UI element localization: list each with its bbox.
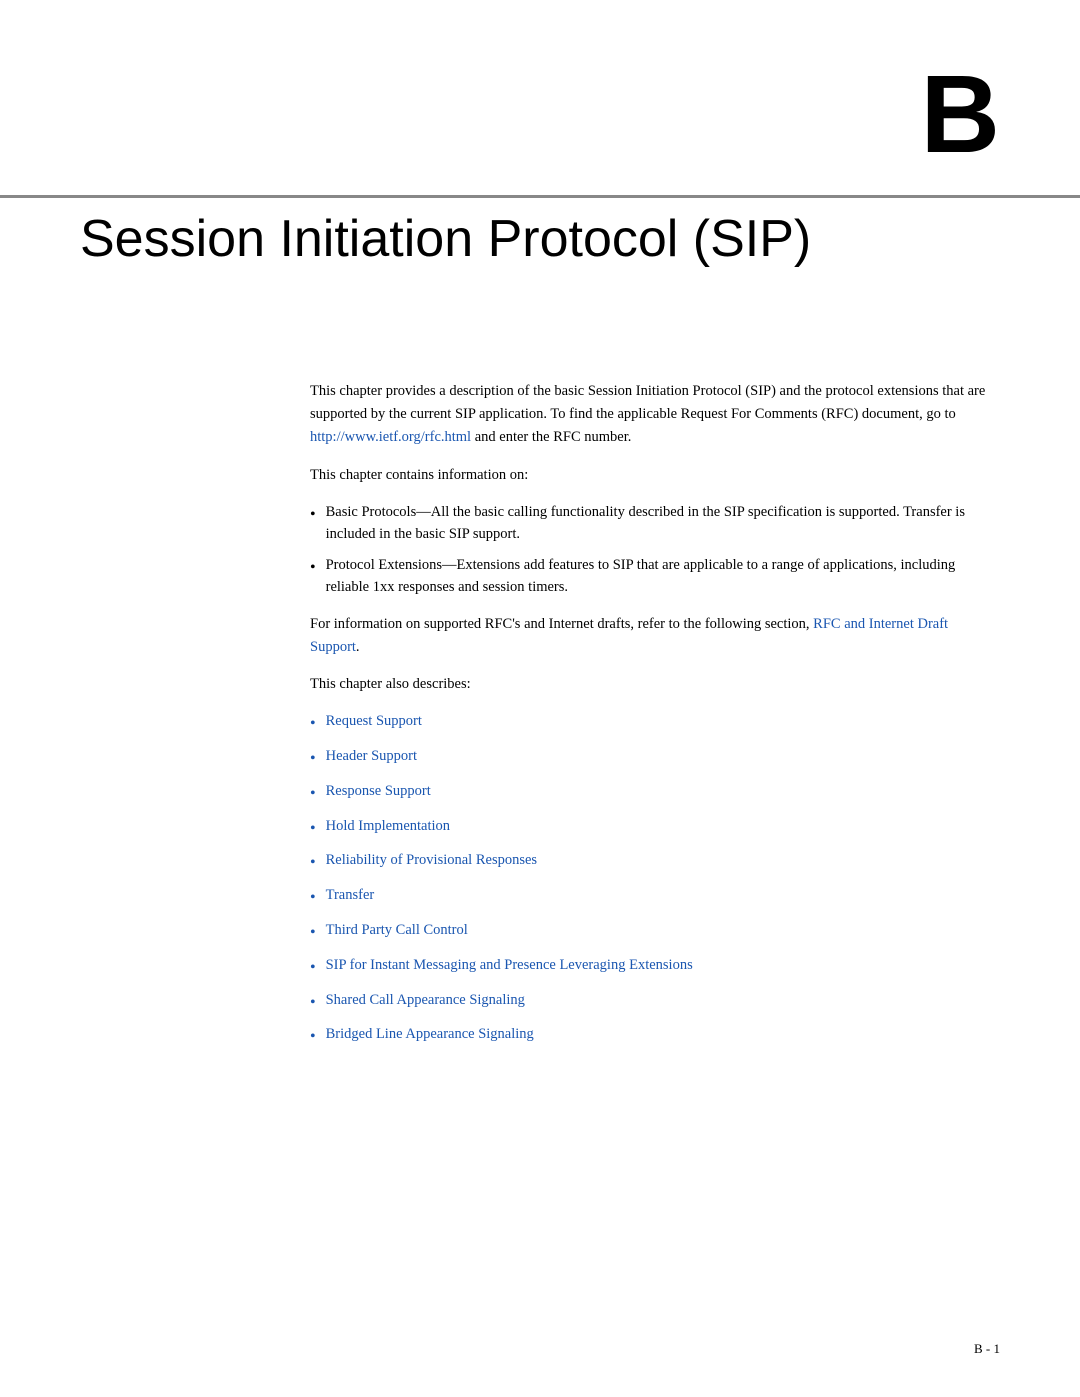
list-item-1: • Header Support xyxy=(310,745,1000,772)
bullet-text-1: Protocol Extensions—Extensions add featu… xyxy=(326,554,1000,599)
content-bullets: • Basic Protocols—All the basic calling … xyxy=(310,501,1000,599)
bullet-text-0: Basic Protocols—All the basic calling fu… xyxy=(326,501,1000,546)
link-dot-4: • xyxy=(310,851,316,876)
link-transfer[interactable]: Transfer xyxy=(326,887,375,903)
link-request-support[interactable]: Request Support xyxy=(326,713,422,729)
list-item-7: • SIP for Instant Messaging and Presence… xyxy=(310,954,1000,981)
page: B Session Initiation Protocol (SIP) This… xyxy=(0,0,1080,1397)
link-shared-call[interactable]: Shared Call Appearance Signaling xyxy=(326,992,525,1008)
link-header-support[interactable]: Header Support xyxy=(326,748,417,764)
link-items-list: • Request Support • Header Support • Res… xyxy=(310,710,1000,1050)
link-dot-0: • xyxy=(310,712,316,737)
page-number: B - 1 xyxy=(974,1341,1000,1357)
ietf-link[interactable]: http://www.ietf.org/rfc.html xyxy=(310,429,471,445)
link-sip-instant-messaging[interactable]: SIP for Instant Messaging and Presence L… xyxy=(326,957,693,973)
intro-paragraph: This chapter provides a description of t… xyxy=(310,380,1000,450)
link-dot-8: • xyxy=(310,991,316,1016)
main-content: This chapter provides a description of t… xyxy=(310,380,1000,1064)
bullet-item-1: • Protocol Extensions—Extensions add fea… xyxy=(310,554,1000,599)
rfc-suffix: . xyxy=(356,639,360,655)
list-item-6: • Third Party Call Control xyxy=(310,919,1000,946)
list-item-5: • Transfer xyxy=(310,884,1000,911)
link-response-support[interactable]: Response Support xyxy=(326,783,431,799)
link-dot-2: • xyxy=(310,782,316,807)
bullet-dot-1: • xyxy=(310,556,316,581)
also-describes-label: This chapter also describes: xyxy=(310,673,1000,696)
link-dot-1: • xyxy=(310,747,316,772)
link-reliability[interactable]: Reliability of Provisional Responses xyxy=(326,852,537,868)
rfc-paragraph: For information on supported RFC's and I… xyxy=(310,613,1000,659)
bullet-dot-0: • xyxy=(310,503,316,528)
link-dot-9: • xyxy=(310,1025,316,1050)
list-item-0: • Request Support xyxy=(310,710,1000,737)
list-item-4: • Reliability of Provisional Responses xyxy=(310,849,1000,876)
link-dot-3: • xyxy=(310,817,316,842)
chapter-letter: B xyxy=(921,60,1000,170)
link-dot-5: • xyxy=(310,886,316,911)
intro-text-before-link: This chapter provides a description of t… xyxy=(310,383,985,422)
rfc-prefix: For information on supported RFC's and I… xyxy=(310,616,810,632)
list-item-8: • Shared Call Appearance Signaling xyxy=(310,989,1000,1016)
list-item-9: • Bridged Line Appearance Signaling xyxy=(310,1023,1000,1050)
link-bridged-line[interactable]: Bridged Line Appearance Signaling xyxy=(326,1026,534,1042)
list-item-3: • Hold Implementation xyxy=(310,815,1000,842)
top-rule xyxy=(0,195,1080,198)
chapter-title: Session Initiation Protocol (SIP) xyxy=(80,210,1000,270)
link-third-party[interactable]: Third Party Call Control xyxy=(326,922,468,938)
bullet-item-0: • Basic Protocols—All the basic calling … xyxy=(310,501,1000,546)
link-hold-implementation[interactable]: Hold Implementation xyxy=(326,818,450,834)
link-dot-7: • xyxy=(310,956,316,981)
list-item-2: • Response Support xyxy=(310,780,1000,807)
contains-label: This chapter contains information on: xyxy=(310,464,1000,487)
link-dot-6: • xyxy=(310,921,316,946)
intro-text-after-link: and enter the RFC number. xyxy=(471,429,631,445)
